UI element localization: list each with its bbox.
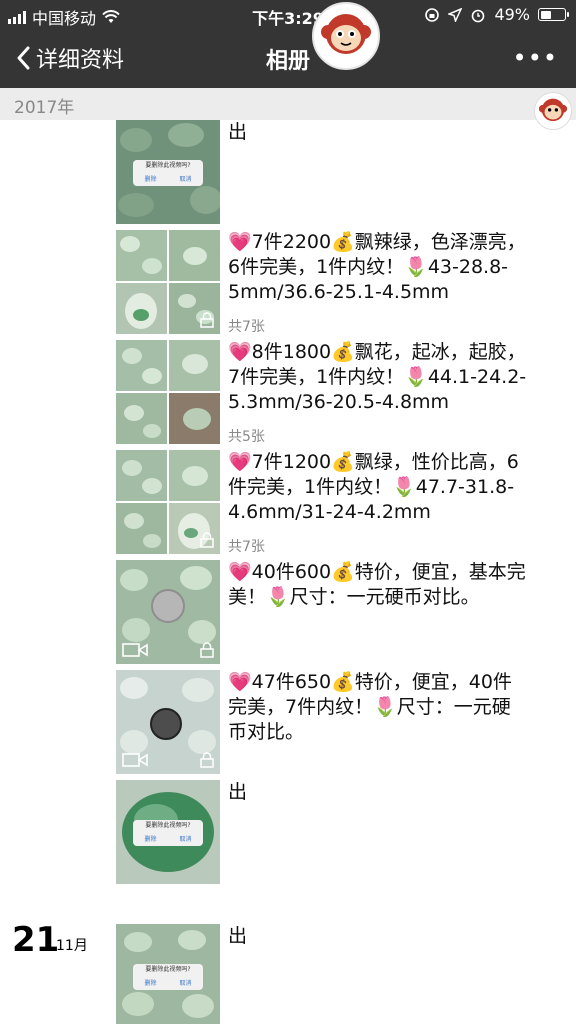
video-thumbnail[interactable]	[116, 670, 220, 774]
lock-icon	[200, 752, 214, 768]
status-bar: 中国移动 下午3:29 49%	[0, 0, 576, 30]
post-text: 💗8件1800💰飘花，起冰，起胶，7件完美，1件内纹！🌷44.1-24.2-5.…	[228, 341, 527, 413]
photo-count: 共7张	[228, 319, 265, 335]
post-text: 出	[228, 781, 248, 803]
video-camera-icon	[122, 643, 148, 657]
avatar-small[interactable]	[534, 92, 572, 130]
photo-count: 共7张	[228, 539, 265, 555]
battery-icon	[538, 8, 569, 21]
dialog-overlay: 要删除此视频吗? 删除 取消	[133, 160, 203, 186]
post-text: 💗47件650💰特价，便宜，40件完美，7件内纹！🌷尺寸：一元硬币对比。	[228, 671, 512, 743]
photo-thumbnail[interactable]: 要删除此视频吗? 删除 取消	[116, 780, 220, 884]
more-button[interactable]: •••	[513, 44, 558, 72]
avatar[interactable]	[312, 2, 380, 70]
rotation-lock-icon	[425, 7, 440, 22]
lock-icon	[200, 312, 214, 328]
post-text: 💗7件2200💰飘辣绿，色泽漂亮，6件完美，1件内纹！🌷43-28.8-5mm/…	[228, 231, 526, 303]
dialog-overlay: 要删除此视频吗? 删除 取消	[133, 964, 203, 990]
dialog-overlay: 要删除此视频吗? 删除 取消	[133, 820, 203, 846]
photo-thumbnail[interactable]: 要删除此视频吗? 删除 取消	[116, 120, 220, 224]
battery-percent: 49%	[494, 5, 530, 24]
photo-thumbnail[interactable]: 要删除此视频吗? 删除 取消	[116, 924, 220, 1024]
year-label: 2017年	[14, 98, 75, 118]
photo-thumbnail[interactable]	[116, 340, 220, 444]
date-month: 11月	[56, 938, 88, 954]
post-text: 出	[228, 121, 248, 143]
page-title: 相册	[265, 49, 310, 74]
lock-icon	[200, 642, 214, 658]
video-camera-icon	[122, 753, 148, 767]
location-icon	[448, 7, 463, 22]
post-text: 💗40件600💰特价，便宜，基本完美！🌷尺寸：一元硬币对比。	[228, 561, 526, 608]
photo-thumbnail[interactable]	[116, 230, 220, 334]
nav-bar: 详细资料 相册 •••	[0, 30, 576, 88]
post-text: 💗7件1200💰飘绿，性价比高，6件完美，1件内纹！🌷47.7-31.8-4.6…	[228, 451, 519, 523]
status-right: 49%	[424, 5, 569, 24]
photo-thumbnail[interactable]	[116, 450, 220, 554]
monkey-avatar-icon	[321, 14, 371, 54]
date-day: 21	[12, 920, 60, 960]
photo-count: 共5张	[228, 429, 265, 445]
video-thumbnail[interactable]	[116, 560, 220, 664]
post-text: 出	[228, 925, 248, 947]
alarm-icon	[472, 9, 485, 22]
lock-icon	[200, 532, 214, 548]
year-header: 2017年	[0, 88, 576, 120]
monkey-avatar-icon	[538, 98, 568, 122]
